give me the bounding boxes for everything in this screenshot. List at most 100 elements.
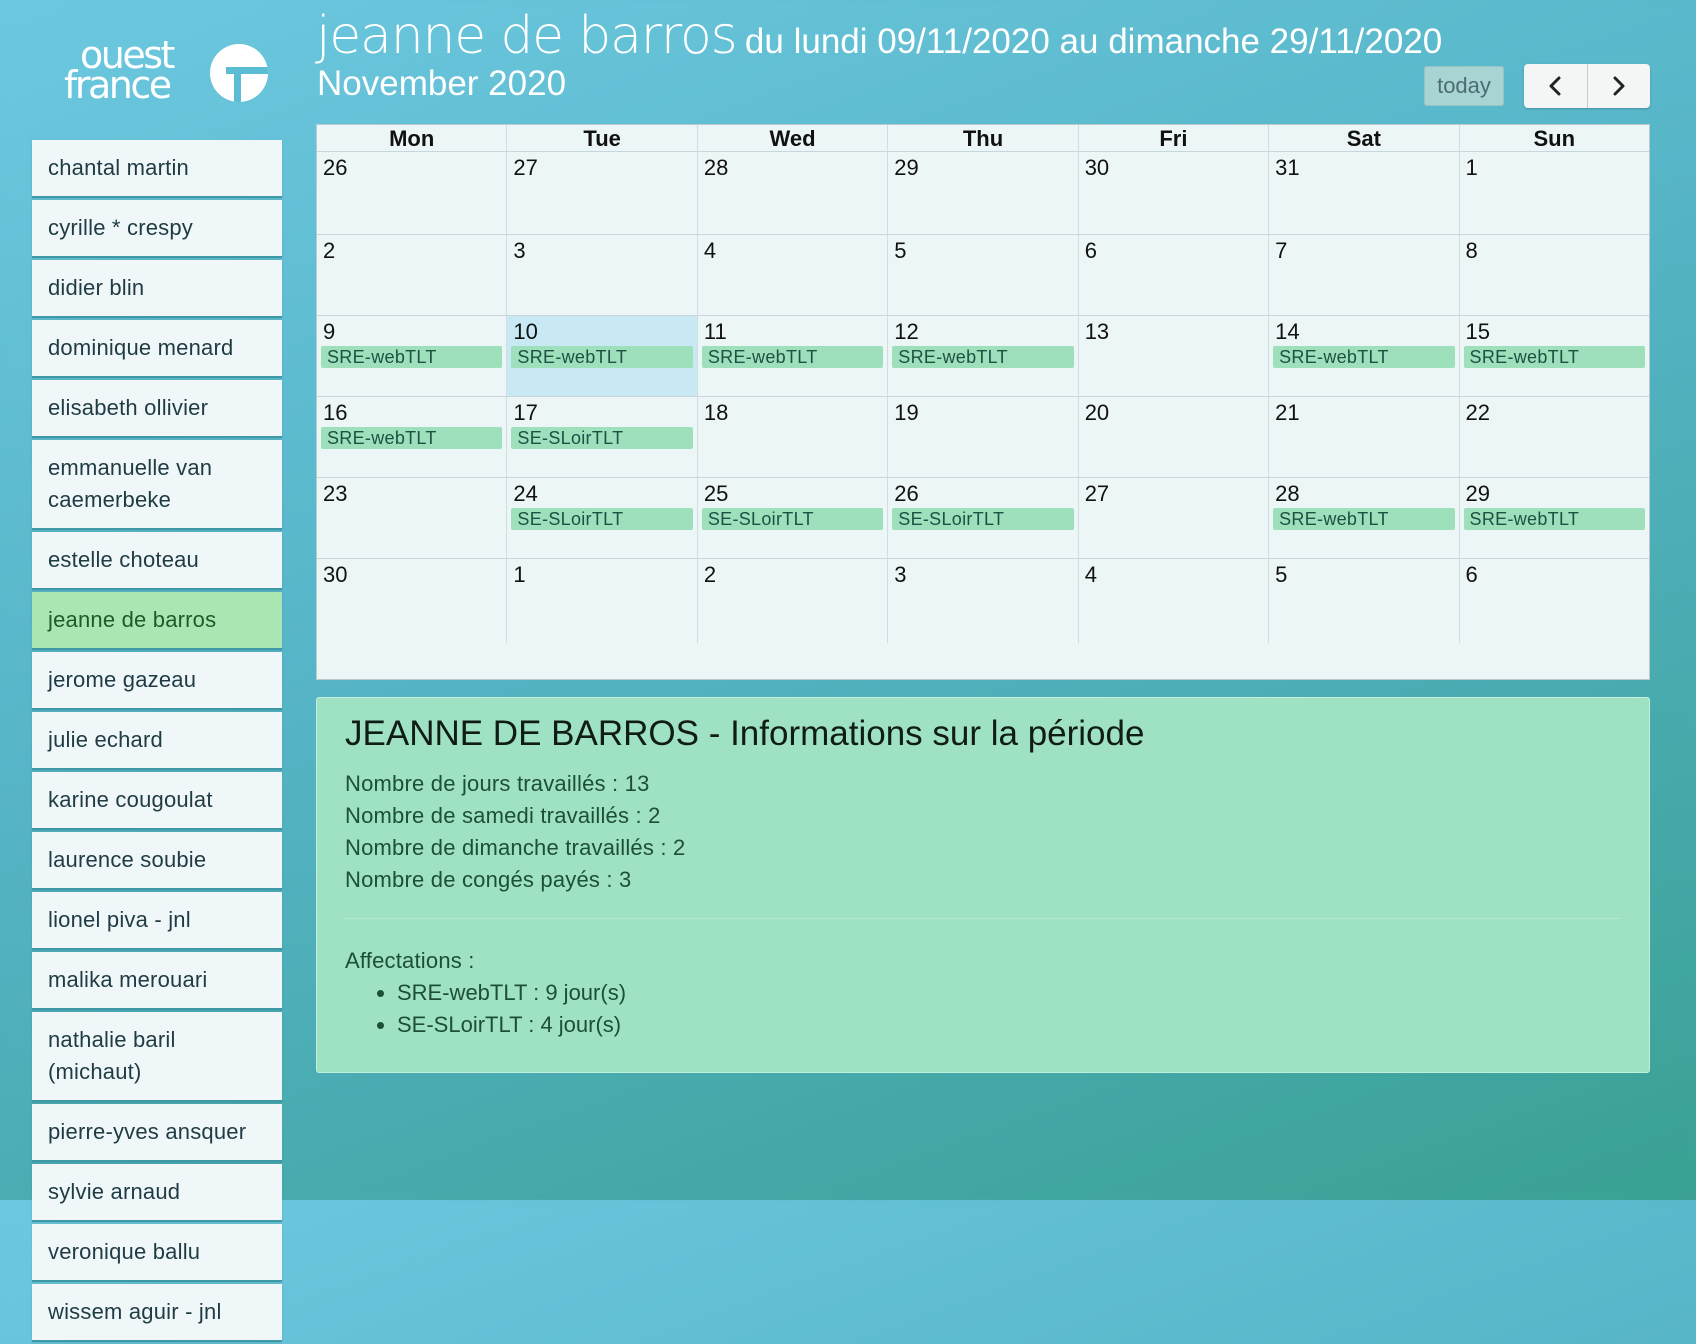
sidebar-item[interactable]: wissem aguir - jnl (32, 1284, 282, 1342)
calendar-day[interactable]: 27 (507, 152, 698, 234)
calendar-event[interactable]: SRE-webTLT (1463, 508, 1645, 530)
calendar-event[interactable]: SRE-webTLT (1463, 346, 1645, 368)
weekday-label: Thu (888, 125, 1079, 151)
calendar-event[interactable]: SRE-webTLT (511, 346, 693, 368)
calendar-day[interactable]: 3 (888, 559, 1079, 643)
day-number: 4 (1084, 562, 1097, 587)
calendar-day[interactable]: 21 (1269, 397, 1460, 477)
logo-mark-icon (210, 44, 268, 102)
calendar-day[interactable]: 31 (1269, 152, 1460, 234)
calendar-day[interactable]: 29 (888, 152, 1079, 234)
calendar-day[interactable]: 30 (1079, 152, 1270, 234)
sidebar-item[interactable]: lionel piva - jnl (32, 892, 282, 950)
calendar-day[interactable]: 28 SRE-webTLT (1269, 478, 1460, 558)
day-number: 22 (1465, 400, 1491, 425)
calendar-event[interactable]: SRE-webTLT (1273, 508, 1455, 530)
calendar-day[interactable]: 6 (1460, 559, 1649, 643)
calendar-day[interactable]: 4 (698, 235, 889, 315)
stats-list: Nombre de jours travaillés : 13 Nombre de… (345, 768, 1621, 896)
month-nav (1524, 64, 1650, 108)
calendar-day[interactable]: 4 (1079, 559, 1270, 643)
calendar-day[interactable]: 24 SE-SLoirTLT (507, 478, 698, 558)
day-number: 15 (1465, 319, 1491, 344)
calendar-day[interactable]: 7 (1269, 235, 1460, 315)
calendar-day[interactable]: 29 SRE-webTLT (1460, 478, 1649, 558)
calendar-event[interactable]: SRE-webTLT (701, 346, 884, 368)
calendar-day[interactable]: 9 SRE-webTLT (317, 316, 508, 396)
calendar-day[interactable]: 20 (1079, 397, 1270, 477)
calendar-day-today[interactable]: 10 SRE-webTLT (507, 316, 698, 396)
calendar-day[interactable]: 18 (698, 397, 889, 477)
calendar-day[interactable]: 3 (507, 235, 698, 315)
calendar-event[interactable]: SRE-webTLT (1273, 346, 1455, 368)
day-number: 10 (513, 319, 538, 344)
calendar-day[interactable]: 26 (317, 152, 508, 234)
prev-month-button[interactable] (1524, 64, 1587, 108)
calendar-day[interactable]: 14 SRE-webTLT (1269, 316, 1460, 396)
day-number: 13 (1084, 319, 1110, 344)
calendar-event[interactable]: SE-SLoirTLT (892, 508, 1074, 530)
sidebar-item[interactable]: dominique menard (32, 320, 282, 378)
calendar-event[interactable]: SE-SLoirTLT (511, 508, 693, 530)
sidebar-item[interactable]: cyrille * crespy (32, 200, 282, 258)
info-divider (345, 918, 1621, 919)
stat-line: Nombre de congés payés : 3 (345, 867, 632, 892)
sidebar-item[interactable]: chantal martin (32, 140, 282, 198)
calendar-event[interactable]: SRE-webTLT (892, 346, 1074, 368)
day-number: 30 (1084, 155, 1110, 180)
calendar-day[interactable]: 1 (1460, 152, 1649, 234)
sidebar-item[interactable]: jeanne de barros (32, 592, 282, 650)
calendar-day[interactable]: 27 (1079, 478, 1270, 558)
sidebar-item[interactable]: nathalie baril (michaut) (32, 1012, 282, 1102)
calendar-day[interactable]: 19 (888, 397, 1079, 477)
sidebar-item[interactable]: julie echard (32, 712, 282, 770)
calendar-day[interactable]: 8 (1460, 235, 1649, 315)
calendar-day[interactable]: 13 (1079, 316, 1270, 396)
sidebar-item[interactable]: didier blin (32, 260, 282, 318)
day-number: 25 (703, 481, 729, 506)
sidebar-item[interactable]: karine cougoulat (32, 772, 282, 830)
sidebar-item[interactable]: elisabeth ollivier (32, 380, 282, 438)
sidebar-item[interactable]: pierre-yves ansquer (32, 1104, 282, 1162)
calendar-day[interactable]: 23 (317, 478, 508, 558)
sidebar-item[interactable]: jerome gazeau (32, 652, 282, 710)
sidebar-item[interactable]: estelle choteau (32, 532, 282, 590)
period-info-panel: JEANNE DE BARROS - Informations sur la p… (316, 697, 1650, 1073)
calendar-day[interactable]: 1 (507, 559, 698, 643)
sidebar-item[interactable]: laurence soubie (32, 832, 282, 890)
sidebar-item[interactable]: veronique ballu (32, 1224, 282, 1282)
calendar-day[interactable]: 6 (1079, 235, 1270, 315)
sidebar-item[interactable]: emmanuelle van caemerbeke (32, 440, 282, 530)
calendar-day[interactable]: 15 SRE-webTLT (1460, 316, 1649, 396)
calendar-week-row: 9 SRE-webTLT 10 SRE-webTLT 11 SRE-webTLT 12 SRE… (317, 316, 1649, 397)
calendar-day[interactable]: 28 (698, 152, 889, 234)
employee-name-title: jeanne de barros (316, 6, 738, 66)
calendar-day[interactable]: 12 SRE-webTLT (888, 316, 1079, 396)
calendar-event[interactable]: SRE-webTLT (321, 427, 503, 449)
calendar-day[interactable]: 17 SE-SLoirTLT (507, 397, 698, 477)
calendar-event[interactable]: SRE-webTLT (321, 346, 503, 368)
sidebar-item[interactable]: sylvie arnaud (32, 1164, 282, 1222)
date-range-label: du lundi 09/11/2020 au dimanche 29/11/20… (744, 22, 1443, 61)
calendar-day[interactable]: 22 (1460, 397, 1649, 477)
day-number: 18 (703, 400, 729, 425)
weekday-header: Mon Tue Wed Thu Fri Sat Sun (317, 125, 1649, 152)
day-number: 26 (323, 155, 348, 180)
calendar-day[interactable]: 5 (1269, 559, 1460, 643)
calendar-event[interactable]: SE-SLoirTLT (511, 427, 693, 449)
next-month-button[interactable] (1586, 64, 1650, 108)
calendar-day[interactable]: 2 (317, 235, 508, 315)
calendar-day[interactable]: 30 (317, 559, 508, 643)
calendar-day[interactable]: 16 SRE-webTLT (317, 397, 508, 477)
calendar-day[interactable]: 5 (888, 235, 1079, 315)
day-number: 3 (513, 238, 526, 263)
sidebar-item[interactable]: malika merouari (32, 952, 282, 1010)
calendar-event[interactable]: SE-SLoirTLT (701, 508, 884, 530)
calendar-day[interactable]: 25 SE-SLoirTLT (698, 478, 889, 558)
day-number: 2 (703, 562, 717, 587)
calendar-day[interactable]: 11 SRE-webTLT (698, 316, 889, 396)
calendar-day[interactable]: 2 (698, 559, 889, 643)
today-button[interactable]: today (1424, 66, 1504, 106)
day-number: 20 (1084, 400, 1110, 425)
calendar-day[interactable]: 26 SE-SLoirTLT (888, 478, 1079, 558)
